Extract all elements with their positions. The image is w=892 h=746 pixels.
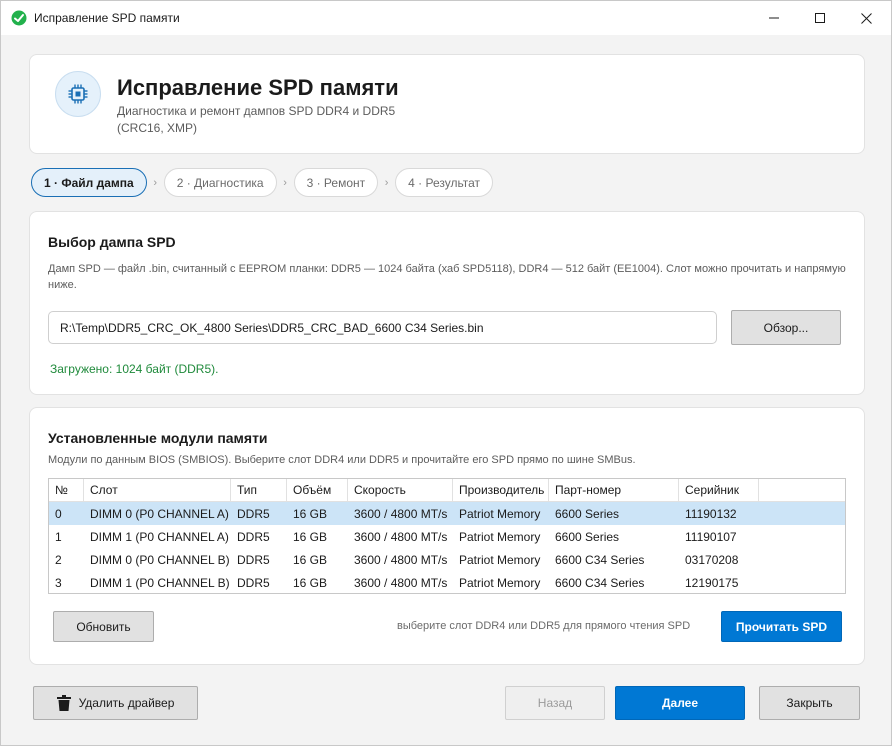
modules-table[interactable]: № Слот Тип Объём Скорость Производитель … bbox=[48, 478, 846, 594]
dump-path-field[interactable]: R:\Temp\DDR5_CRC_OK_4800 Series\DDR5_CRC… bbox=[48, 311, 717, 344]
maximize-icon bbox=[815, 13, 825, 23]
cell-serial: 03170208 bbox=[685, 552, 739, 567]
header-card: Исправление SPD памяти Диагностика и рем… bbox=[29, 54, 865, 154]
close-window-button[interactable] bbox=[843, 1, 889, 35]
cell-type: DDR5 bbox=[237, 529, 270, 544]
cell-size: 16 GB bbox=[293, 529, 328, 544]
cell-size: 16 GB bbox=[293, 575, 328, 590]
read-spd-hint: выберите слот DDR4 или DDR5 для прямого … bbox=[397, 620, 691, 632]
window-title: Исправление SPD памяти bbox=[34, 11, 180, 25]
chip-icon-badge bbox=[55, 71, 101, 117]
column-header-serial[interactable]: Серийник bbox=[679, 479, 759, 501]
memory-modules-card: Установленные модули памяти Модули по да… bbox=[29, 407, 865, 665]
column-header-manufacturer[interactable]: Производитель bbox=[453, 479, 549, 501]
table-row[interactable]: 0 DIMM 0 (P0 CHANNEL A) DDR5 16 GB 3600 … bbox=[49, 502, 845, 525]
cell-type: DDR5 bbox=[237, 575, 270, 590]
table-row[interactable]: 1 DIMM 1 (P0 CHANNEL A) DDR5 16 GB 3600 … bbox=[49, 525, 845, 548]
dump-section-description: Дамп SPD — файл .bin, считанный с EEPROM… bbox=[48, 263, 846, 291]
step-result[interactable]: 4 · Результат bbox=[395, 168, 494, 197]
chevron-right-icon: › bbox=[153, 176, 158, 189]
cell-number: 2 bbox=[55, 552, 62, 567]
cell-speed: 3600 / 4800 MT/s bbox=[354, 552, 448, 567]
table-row[interactable]: 2 DIMM 0 (P0 CHANNEL B) DDR5 16 GB 3600 … bbox=[49, 548, 845, 571]
column-header-size[interactable]: Объём bbox=[287, 479, 348, 501]
load-status: Загружено: 1024 байт (DDR5). bbox=[50, 362, 219, 376]
browse-button[interactable]: Обзор... bbox=[731, 310, 841, 345]
cell-serial: 12190175 bbox=[685, 575, 739, 590]
page-title: Исправление SPD памяти bbox=[117, 75, 399, 100]
column-header-slot[interactable]: Слот bbox=[84, 479, 231, 501]
cell-speed: 3600 / 4800 MT/s bbox=[354, 575, 448, 590]
maximize-button[interactable] bbox=[797, 1, 843, 35]
app-window: Исправление SPD памяти Исправление SPD п… bbox=[0, 0, 892, 746]
minimize-button[interactable] bbox=[751, 1, 797, 35]
step-diagnostics[interactable]: 2 · Диагностика bbox=[163, 168, 277, 197]
trash-icon bbox=[56, 695, 71, 711]
cell-manufacturer: Patriot Memory bbox=[459, 552, 541, 567]
cell-slot: DIMM 1 (P0 CHANNEL A) bbox=[90, 529, 229, 544]
cell-serial: 11190107 bbox=[685, 529, 737, 544]
remove-driver-button[interactable]: Удалить драйвер bbox=[33, 686, 198, 720]
cell-slot: DIMM 1 (P0 CHANNEL B) bbox=[90, 575, 230, 590]
close-button[interactable]: Закрыть bbox=[759, 686, 860, 720]
close-icon bbox=[860, 12, 872, 24]
step-repair[interactable]: 3 · Ремонт bbox=[293, 168, 379, 197]
column-header-number[interactable]: № bbox=[49, 479, 84, 501]
chevron-right-icon: › bbox=[283, 176, 287, 189]
dump-selection-card: Выбор дампа SPD Дамп SPD — файл .bin, сч… bbox=[29, 211, 865, 395]
cell-speed: 3600 / 4800 MT/s bbox=[354, 529, 448, 544]
cell-speed: 3600 / 4800 MT/s bbox=[354, 506, 448, 521]
cell-slot: DIMM 0 (P0 CHANNEL A) bbox=[90, 506, 229, 521]
read-spd-button[interactable]: Прочитать SPD bbox=[721, 611, 842, 642]
app-icon bbox=[11, 10, 27, 26]
page-subtitle: Диагностика и ремонт дампов SPD DDR4 и D… bbox=[117, 104, 396, 135]
table-row[interactable]: 3 DIMM 1 (P0 CHANNEL B) DDR5 16 GB 3600 … bbox=[49, 571, 845, 593]
cell-type: DDR5 bbox=[237, 506, 270, 521]
cell-manufacturer: Patriot Memory bbox=[459, 529, 541, 544]
cell-size: 16 GB bbox=[293, 506, 328, 521]
cell-part-number: 6600 C34 Series bbox=[555, 552, 645, 567]
cell-part-number: 6600 C34 Series bbox=[555, 575, 645, 590]
chevron-right-icon: › bbox=[384, 176, 389, 189]
cell-part-number: 6600 Series bbox=[555, 506, 620, 521]
cell-size: 16 GB bbox=[293, 552, 328, 567]
chip-icon bbox=[68, 84, 88, 104]
column-header-type[interactable]: Тип bbox=[231, 479, 287, 501]
back-button[interactable]: Назад bbox=[505, 686, 605, 720]
cell-type: DDR5 bbox=[237, 552, 270, 567]
minimize-icon bbox=[769, 17, 779, 19]
table-header-row: № Слот Тип Объём Скорость Производитель … bbox=[49, 479, 845, 502]
refresh-button[interactable]: Обновить bbox=[53, 611, 154, 642]
cell-number: 3 bbox=[55, 575, 62, 590]
column-header-speed[interactable]: Скорость bbox=[348, 479, 453, 501]
wizard-steps: 1 · Файл дампа › 2 · Диагностика › 3 · Р… bbox=[31, 168, 494, 197]
remove-driver-label: Удалить драйвер bbox=[78, 696, 175, 710]
cell-serial: 11190132 bbox=[685, 506, 737, 521]
dump-section-title: Выбор дампа SPD bbox=[48, 234, 176, 250]
title-bar[interactable]: Исправление SPD памяти bbox=[1, 1, 891, 35]
cell-manufacturer: Patriot Memory bbox=[459, 575, 541, 590]
cell-manufacturer: Patriot Memory bbox=[459, 506, 541, 521]
next-button[interactable]: Далее bbox=[615, 686, 745, 720]
cell-slot: DIMM 0 (P0 CHANNEL B) bbox=[90, 552, 230, 567]
cell-number: 1 bbox=[55, 529, 62, 544]
cell-part-number: 6600 Series bbox=[555, 529, 620, 544]
modules-section-description: Модули по данным BIOS (SMBIOS). Выберите… bbox=[48, 454, 636, 466]
step-file-dump[interactable]: 1 · Файл дампа bbox=[31, 168, 147, 197]
column-header-part-number[interactable]: Парт-номер bbox=[549, 479, 679, 501]
cell-number: 0 bbox=[55, 506, 62, 521]
modules-section-title: Установленные модули памяти bbox=[48, 430, 268, 446]
